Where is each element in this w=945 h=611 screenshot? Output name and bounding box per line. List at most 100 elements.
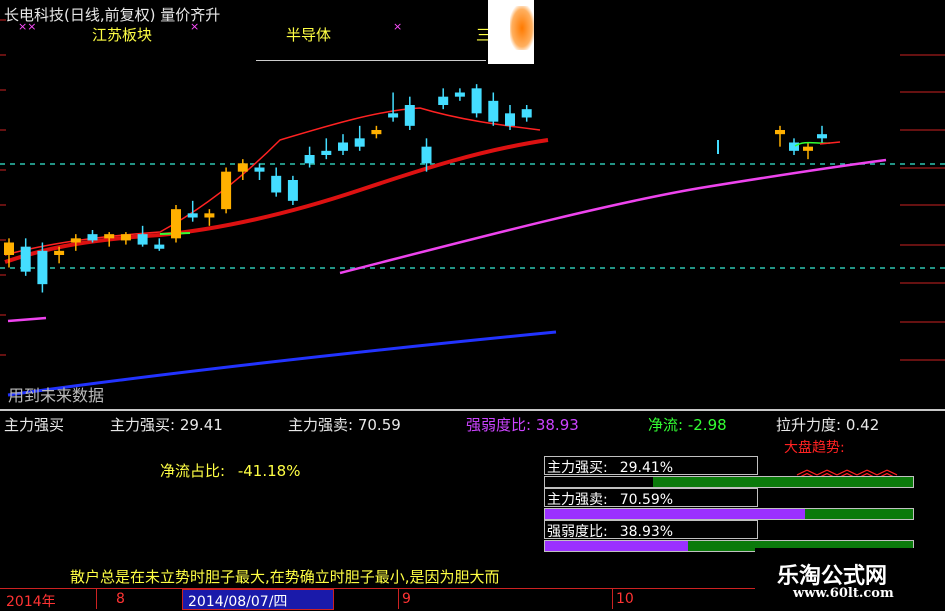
sector-tag-1[interactable]: 江苏板块 bbox=[92, 24, 152, 45]
timeline-month-10: 10 bbox=[616, 591, 634, 607]
net-flow-value: -41.18% bbox=[237, 462, 301, 480]
candle-right-0 bbox=[775, 125, 785, 147]
panel-bar-fill bbox=[545, 541, 689, 551]
candle-body bbox=[120, 234, 131, 241]
candle-13 bbox=[221, 167, 232, 214]
candle-8 bbox=[137, 225, 148, 247]
candle-body bbox=[304, 155, 315, 164]
candle-body bbox=[37, 250, 48, 285]
pull-value: 0.42 bbox=[845, 416, 880, 434]
panel-label-text: 强弱度比: bbox=[547, 524, 608, 540]
candle-body bbox=[221, 171, 232, 210]
watermark-label: 用到未来数据 bbox=[8, 386, 105, 405]
indicator-name: 主力强买 bbox=[4, 416, 65, 434]
candle-12 bbox=[204, 209, 215, 226]
ma-long-line bbox=[339, 158, 887, 275]
candle-body bbox=[204, 213, 215, 218]
candle-body bbox=[237, 163, 248, 172]
panel-bar-fill bbox=[545, 509, 805, 519]
candle-20 bbox=[338, 134, 348, 155]
candle-23 bbox=[388, 92, 399, 122]
sell-label: 主力强卖: bbox=[288, 416, 354, 434]
candle-body bbox=[171, 209, 181, 239]
candle-26 bbox=[438, 88, 449, 110]
candle-9 bbox=[154, 238, 165, 251]
candle-body bbox=[803, 146, 813, 151]
candle-1 bbox=[20, 238, 31, 276]
candle-body bbox=[454, 92, 465, 97]
pull-label: 拉升力度: bbox=[776, 416, 842, 434]
popup-graphic bbox=[510, 6, 534, 50]
candle-28 bbox=[471, 84, 482, 118]
candle-body bbox=[287, 180, 298, 201]
ma-short-line bbox=[4, 138, 549, 264]
site-logo: 乐淘公式网 www.60lt.com bbox=[755, 548, 945, 609]
candle-17 bbox=[287, 175, 298, 205]
candle-body bbox=[338, 142, 348, 151]
star-marks: ×× bbox=[18, 20, 37, 33]
panel-label-text: 主力强买: bbox=[547, 460, 608, 476]
candles-group bbox=[4, 84, 532, 293]
sector-tag-2[interactable]: 半导体 bbox=[286, 24, 331, 45]
panel-label-1: 主力强卖: 70.59% bbox=[544, 488, 758, 508]
buy-label: 主力强买: bbox=[110, 416, 176, 434]
price-chart bbox=[0, 19, 945, 397]
timeline-month-8: 8 bbox=[116, 591, 125, 607]
candle-right-3 bbox=[817, 125, 827, 143]
candle-15 bbox=[254, 163, 265, 180]
candle-24 bbox=[404, 96, 415, 130]
panel-bar-0 bbox=[544, 476, 914, 488]
candle-21 bbox=[354, 125, 365, 151]
candle-body bbox=[54, 250, 65, 255]
timeline-year: 2014年 bbox=[6, 594, 56, 610]
candle-body bbox=[371, 130, 382, 135]
candle-body bbox=[354, 138, 365, 147]
panel-separator bbox=[0, 409, 945, 411]
candle-body bbox=[471, 88, 482, 114]
buy-value: 29.41 bbox=[179, 416, 223, 434]
popup-window bbox=[488, 0, 534, 64]
candle-22 bbox=[371, 125, 382, 139]
timeline-cursor-date: 2014/08/07/四 bbox=[188, 594, 288, 610]
candle-body bbox=[20, 246, 31, 272]
site-url: www.60lt.com bbox=[793, 586, 894, 601]
net-label: 净流: bbox=[648, 416, 684, 434]
panel-label-0: 主力强买: 29.41% bbox=[544, 456, 758, 476]
candle-body bbox=[817, 134, 827, 139]
candle-right-2 bbox=[803, 142, 813, 160]
candle-4 bbox=[70, 234, 81, 251]
chart-title: 长电科技(日线,前复权) 量价齐升 bbox=[4, 6, 221, 24]
candle-16 bbox=[271, 167, 282, 197]
candle-body bbox=[137, 234, 148, 245]
candle-29 bbox=[488, 92, 499, 126]
left-axis bbox=[0, 19, 6, 356]
panel-label-2: 强弱度比: 38.93% bbox=[544, 520, 758, 540]
candle-body bbox=[488, 100, 499, 122]
candle-body bbox=[187, 213, 198, 218]
candle-10 bbox=[171, 205, 181, 243]
candle-body bbox=[421, 146, 432, 164]
header-divider bbox=[256, 60, 486, 61]
timeline-bar: 2014年 8 2014/08/07/四 9 10 bbox=[0, 588, 755, 610]
candle-body bbox=[87, 234, 98, 241]
ma-long-left bbox=[7, 316, 47, 323]
candle-body bbox=[70, 238, 81, 243]
candle-body bbox=[438, 96, 449, 105]
ratio-label: 强弱度比: bbox=[466, 416, 532, 434]
timeline-month-9: 9 bbox=[402, 591, 411, 607]
candle-body bbox=[775, 130, 785, 135]
panel-bar-fill bbox=[545, 477, 654, 487]
panel-bar-1 bbox=[544, 508, 914, 520]
net-value: -2.98 bbox=[687, 416, 727, 434]
candle-31 bbox=[521, 105, 532, 122]
candle-11 bbox=[187, 200, 198, 222]
candle-right-1 bbox=[789, 138, 799, 155]
panel-value-text: 29.41% bbox=[619, 460, 674, 476]
panel-value-text: 70.59% bbox=[619, 492, 674, 508]
candle-body bbox=[789, 142, 799, 151]
net-flow-label: 净流占比: bbox=[160, 462, 226, 480]
sell-value: 70.59 bbox=[357, 416, 401, 434]
candle-body bbox=[154, 244, 165, 249]
panel-value-text: 38.93% bbox=[619, 524, 674, 540]
right-ma-red bbox=[819, 141, 841, 145]
